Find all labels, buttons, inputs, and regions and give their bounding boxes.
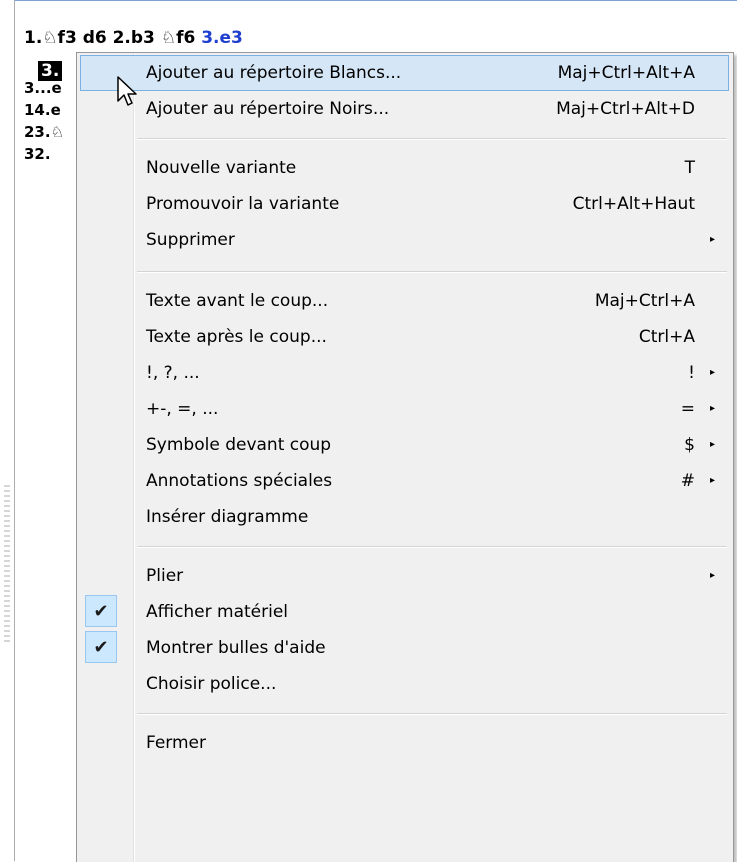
menu-item-label: Annotations spéciales [146, 471, 333, 491]
menu-item-shortcut: Ctrl+Alt+Haut [572, 194, 695, 214]
submenu-arrow-icon: ▸ [709, 439, 715, 450]
menu-item-shortcut: $ [684, 435, 695, 455]
notation-line-3[interactable]: 3...e [24, 79, 62, 97]
menu-item-label: Fermer [146, 733, 207, 753]
menu-item-label: Ajouter au répertoire Blancs... [146, 63, 402, 83]
context-menu: Ajouter au répertoire Blancs... Maj+Ctrl… [76, 52, 734, 862]
submenu-arrow-icon: ▸ [709, 570, 715, 581]
menu-item-label: +-, =, ... [146, 399, 219, 419]
menu-item-show-tooltips[interactable]: ✔ Montrer bulles d'aide [80, 630, 729, 666]
knight-icon: ♘ [42, 28, 58, 48]
pane-top-border [14, 0, 737, 1]
menu-item-label: Texte après le coup... [146, 327, 327, 347]
notation-line-6[interactable]: 32. [24, 145, 51, 163]
menu-item-show-material[interactable]: ✔ Afficher matériel [80, 594, 729, 630]
menu-item-new-variation[interactable]: Nouvelle variante T [80, 150, 729, 186]
menu-item-shortcut: = [680, 399, 695, 419]
menu-item-label: Montrer bulles d'aide [146, 638, 326, 658]
menu-item-move-annotations[interactable]: !, ?, ... ! ▸ [80, 355, 729, 391]
submenu-arrow-icon: ▸ [709, 367, 715, 378]
menu-item-label: Choisir police... [146, 674, 277, 694]
notation-line-1[interactable]: 1.♘f3 d6 2.b3 ♘f6 3.e3 [24, 28, 243, 48]
menu-item-label: Texte avant le coup... [146, 291, 329, 311]
menu-item-label: !, ?, ... [146, 363, 200, 383]
menu-item-shortcut: Maj+Ctrl+Alt+D [556, 99, 695, 119]
menu-item-label: Nouvelle variante [146, 158, 297, 178]
notation-line-5[interactable]: 23.♘ [24, 123, 64, 141]
menu-item-special-annotations[interactable]: Annotations spéciales # ▸ [80, 463, 729, 499]
pane-left-border [14, 0, 15, 861]
selected-move[interactable]: 3. [38, 61, 63, 81]
moves-text: f6 [176, 28, 202, 48]
menu-item-shortcut: Maj+Ctrl+A [594, 291, 695, 311]
menu-item-shortcut: T [684, 158, 695, 178]
checkmark-icon: ✔ [85, 631, 117, 663]
menu-item-label: Promouvoir la variante [146, 194, 340, 214]
menu-item-add-black-repertoire[interactable]: Ajouter au répertoire Noirs... Maj+Ctrl+… [80, 91, 729, 127]
menu-item-label: Afficher matériel [146, 602, 289, 622]
menu-item-shortcut: ! [688, 363, 695, 383]
menu-item-choose-font[interactable]: Choisir police... [80, 666, 729, 702]
menu-separator [137, 271, 727, 273]
knight-icon: ♘ [50, 123, 65, 141]
splitter-grip[interactable] [4, 485, 10, 645]
menu-item-promote-variation[interactable]: Promouvoir la variante Ctrl+Alt+Haut [80, 186, 729, 222]
menu-item-symbol-before-move[interactable]: Symbole devant coup $ ▸ [80, 427, 729, 463]
menu-item-position-annotations[interactable]: +-, =, ... = ▸ [80, 391, 729, 427]
notation-line-4[interactable]: 14.e [24, 101, 61, 119]
menu-separator [137, 546, 727, 548]
menu-item-shortcut: Maj+Ctrl+Alt+A [557, 63, 695, 83]
menu-item-label: Insérer diagramme [146, 507, 309, 527]
submenu-arrow-icon: ▸ [709, 234, 715, 245]
move-number: 1. [24, 28, 43, 48]
menu-item-text-before-move[interactable]: Texte avant le coup... Maj+Ctrl+A [80, 283, 729, 319]
knight-icon: ♘ [160, 28, 177, 48]
move-number: 23. [24, 123, 51, 141]
notation-line-2[interactable]: 3. [38, 61, 63, 81]
menu-item-label: Plier [146, 566, 184, 586]
menu-item-add-white-repertoire[interactable]: Ajouter au répertoire Blancs... Maj+Ctrl… [80, 55, 729, 91]
menu-separator [137, 713, 727, 715]
current-move[interactable]: 3.e3 [201, 28, 243, 48]
menu-item-shortcut: # [680, 471, 695, 491]
menu-item-close[interactable]: Fermer [80, 725, 729, 761]
menu-item-label: Symbole devant coup [146, 435, 332, 455]
menu-item-label: Ajouter au répertoire Noirs... [146, 99, 390, 119]
moves-text: f3 d6 2.b3 [57, 28, 161, 48]
menu-separator [137, 138, 727, 140]
menu-item-fold[interactable]: Plier ▸ [80, 558, 729, 594]
menu-item-shortcut: Ctrl+A [638, 327, 695, 347]
menu-item-insert-diagram[interactable]: Insérer diagramme [80, 499, 729, 535]
submenu-arrow-icon: ▸ [709, 475, 715, 486]
mouse-cursor-icon [117, 76, 137, 106]
menu-item-text-after-move[interactable]: Texte après le coup... Ctrl+A [80, 319, 729, 355]
menu-item-delete[interactable]: Supprimer ▸ [80, 222, 729, 258]
submenu-arrow-icon: ▸ [709, 403, 715, 414]
checkmark-icon: ✔ [85, 595, 117, 627]
menu-item-label: Supprimer [146, 230, 235, 250]
